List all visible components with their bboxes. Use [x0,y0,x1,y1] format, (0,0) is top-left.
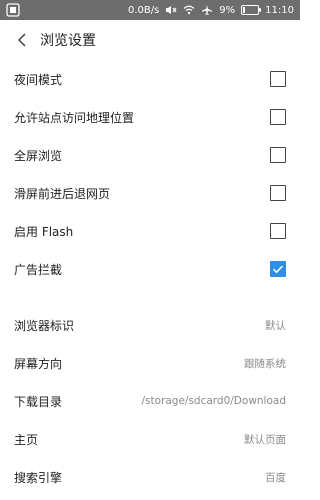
toggle-label: 广告拦截 [14,262,63,277]
toggle-row-location[interactable]: 允许站点访问地理位置 [0,98,300,136]
clock: 11:10 [265,4,294,16]
setting-row-orientation[interactable]: 屏幕方向 跟随系统 [0,344,300,382]
setting-label: 浏览器标识 [14,318,75,333]
setting-row-homepage[interactable]: 主页 默认页面 [0,420,300,458]
setting-label: 搜索引擎 [14,470,63,485]
checkmark-icon [272,265,284,274]
toggle-row-fullscreen[interactable]: 全屏浏览 [0,136,300,174]
setting-value: 百度 [265,471,286,484]
app-notification-icon [6,3,20,17]
night-mode-checkbox[interactable] [270,71,286,87]
adblock-checkbox[interactable] [270,261,286,277]
back-chevron-icon[interactable] [14,32,30,48]
setting-value: /storage/sdcard0/Download [141,395,286,407]
setting-row-user-agent[interactable]: 浏览器标识 默认 [0,306,300,344]
value-settings-list: 浏览器标识 默认 屏幕方向 跟随系统 下载目录 /storage/sdcard0… [0,306,300,496]
toggle-label: 允许站点访问地理位置 [14,110,135,125]
battery-percent: 9% [219,4,236,16]
wifi-icon [183,5,195,15]
mute-icon [165,5,177,15]
toggle-row-swipe-navigation[interactable]: 滑屏前进后退网页 [0,174,300,212]
flash-checkbox[interactable] [270,223,286,239]
setting-row-search-engine[interactable]: 搜索引擎 百度 [0,458,300,496]
airplane-mode-icon [201,4,213,16]
battery-icon [241,5,262,15]
toggle-row-night-mode[interactable]: 夜间模式 [0,60,300,98]
toggle-settings-list: 夜间模式 允许站点访问地理位置 全屏浏览 滑屏前进后退网页 启用 Flash 广… [0,60,300,288]
page-title: 浏览设置 [40,33,96,49]
setting-label: 屏幕方向 [14,356,63,371]
toggle-label: 启用 Flash [14,224,74,239]
toggle-row-flash[interactable]: 启用 Flash [0,212,300,250]
status-bar: 0.0B/s 9% 11:10 [0,0,300,20]
setting-label: 主页 [14,432,39,447]
swipe-navigation-checkbox[interactable] [270,185,286,201]
toggle-label: 全屏浏览 [14,148,63,163]
toggle-label: 夜间模式 [14,72,63,87]
toggle-label: 滑屏前进后退网页 [14,186,111,201]
setting-value: 默认页面 [244,433,286,446]
setting-label: 下载目录 [14,394,63,409]
setting-value: 默认 [265,319,286,332]
title-bar: 浏览设置 [0,20,300,60]
setting-value: 跟随系统 [244,357,286,370]
toggle-row-adblock[interactable]: 广告拦截 [0,250,300,288]
setting-row-download-dir[interactable]: 下载目录 /storage/sdcard0/Download [0,382,300,420]
network-speed: 0.0B/s [127,4,160,16]
fullscreen-checkbox[interactable] [270,147,286,163]
location-checkbox[interactable] [270,109,286,125]
